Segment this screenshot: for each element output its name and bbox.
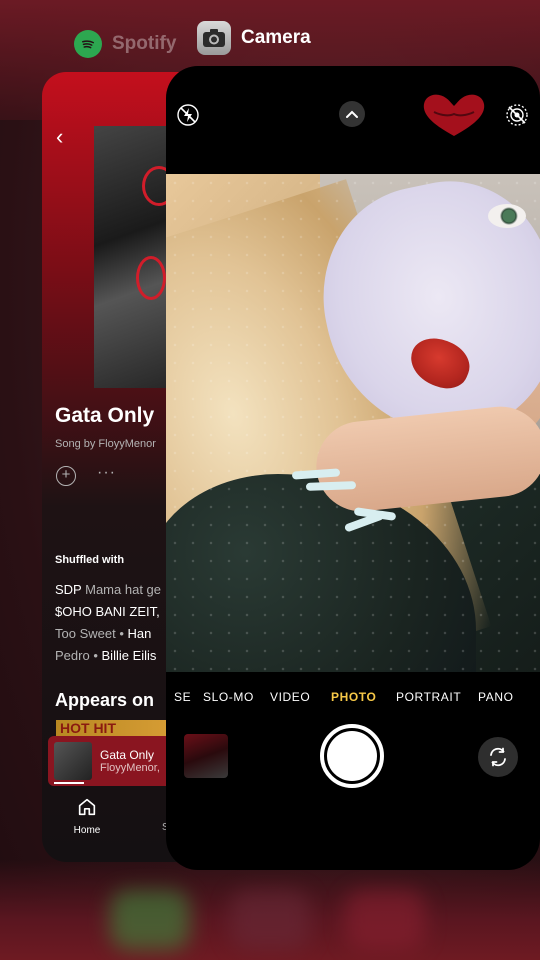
mode-photo[interactable]: PHOTO bbox=[331, 690, 376, 704]
kiss-lips-sticker bbox=[423, 94, 485, 136]
camera-app-card[interactable]: SE SLO-MO VIDEO PHOTO PORTRAIT PANO bbox=[166, 66, 540, 870]
shuffled-artist: Pedro bbox=[55, 648, 90, 663]
spotify-label-text: Spotify bbox=[112, 33, 177, 54]
now-playing-artist: FloyyMenor, bbox=[100, 762, 160, 774]
shuffled-artist: $OHO BANI bbox=[55, 604, 126, 619]
live-photo-off-icon[interactable] bbox=[504, 102, 530, 128]
shuffled-artist: Too Sweet bbox=[55, 626, 116, 641]
mode-slo-mo[interactable]: SLO-MO bbox=[203, 690, 254, 704]
camera-app-label[interactable]: Camera bbox=[197, 21, 311, 55]
shuffled-artist: ZEIT, bbox=[129, 604, 160, 619]
flash-off-icon[interactable] bbox=[175, 102, 201, 128]
home-icon bbox=[78, 798, 96, 816]
chevron-up-icon[interactable] bbox=[339, 101, 365, 127]
shutter-button-inner bbox=[327, 731, 377, 781]
viewfinder-eye bbox=[488, 204, 526, 228]
last-photo-thumbnail[interactable] bbox=[184, 734, 228, 778]
camera-flip-icon[interactable] bbox=[478, 737, 518, 777]
back-chevron-icon[interactable]: ‹ bbox=[56, 124, 63, 150]
shutter-button[interactable] bbox=[320, 724, 384, 788]
separator-dot: • bbox=[119, 626, 124, 641]
shuffled-with-heading: Shuffled with bbox=[55, 554, 125, 566]
dock-app-ghost bbox=[230, 890, 310, 950]
album-art-decoration bbox=[136, 256, 166, 300]
shuffled-line: $OHO BANI ZEIT, bbox=[55, 604, 160, 619]
shuffled-artist: Mama hat ge bbox=[85, 582, 161, 597]
dock-app-ghost bbox=[110, 890, 190, 950]
spotify-icon bbox=[74, 30, 102, 58]
shuffled-line: Pedro • Billie Eilis bbox=[55, 648, 156, 663]
nav-home[interactable]: Home bbox=[72, 796, 102, 836]
dock-app-ghost bbox=[345, 890, 425, 950]
mode-se[interactable]: SE bbox=[174, 690, 191, 704]
shuffled-line: SDP Mama hat ge bbox=[55, 582, 161, 597]
add-to-library-icon[interactable]: + bbox=[56, 466, 76, 486]
shuffled-artist: Han bbox=[127, 626, 152, 641]
camera-label-text: Camera bbox=[241, 27, 311, 48]
more-options-icon[interactable]: ··· bbox=[97, 464, 116, 482]
camera-viewfinder[interactable] bbox=[166, 174, 540, 672]
nav-home-label: Home bbox=[73, 825, 101, 836]
camera-app-icon bbox=[197, 21, 231, 55]
mode-video[interactable]: VIDEO bbox=[270, 690, 310, 704]
camera-top-bar bbox=[166, 66, 540, 174]
separator-dot: • bbox=[93, 648, 98, 663]
track-subtitle: Song by FloyyMenor bbox=[55, 438, 156, 450]
now-playing-thumb bbox=[54, 742, 92, 780]
spotify-app-label[interactable]: Spotify bbox=[74, 30, 176, 58]
shuffled-line: Too Sweet • Han bbox=[55, 626, 151, 641]
now-playing-progress bbox=[54, 782, 84, 784]
shuffled-artist: SDP bbox=[55, 582, 82, 597]
appears-on-heading: Appears on bbox=[55, 690, 155, 710]
track-title: Gata Only bbox=[55, 404, 155, 427]
mode-pano[interactable]: PANO bbox=[478, 690, 514, 704]
mode-portrait[interactable]: PORTRAIT bbox=[396, 690, 461, 704]
now-playing-title: Gata Only bbox=[100, 748, 155, 762]
shuffled-artist: Billie Eilis bbox=[101, 648, 157, 663]
